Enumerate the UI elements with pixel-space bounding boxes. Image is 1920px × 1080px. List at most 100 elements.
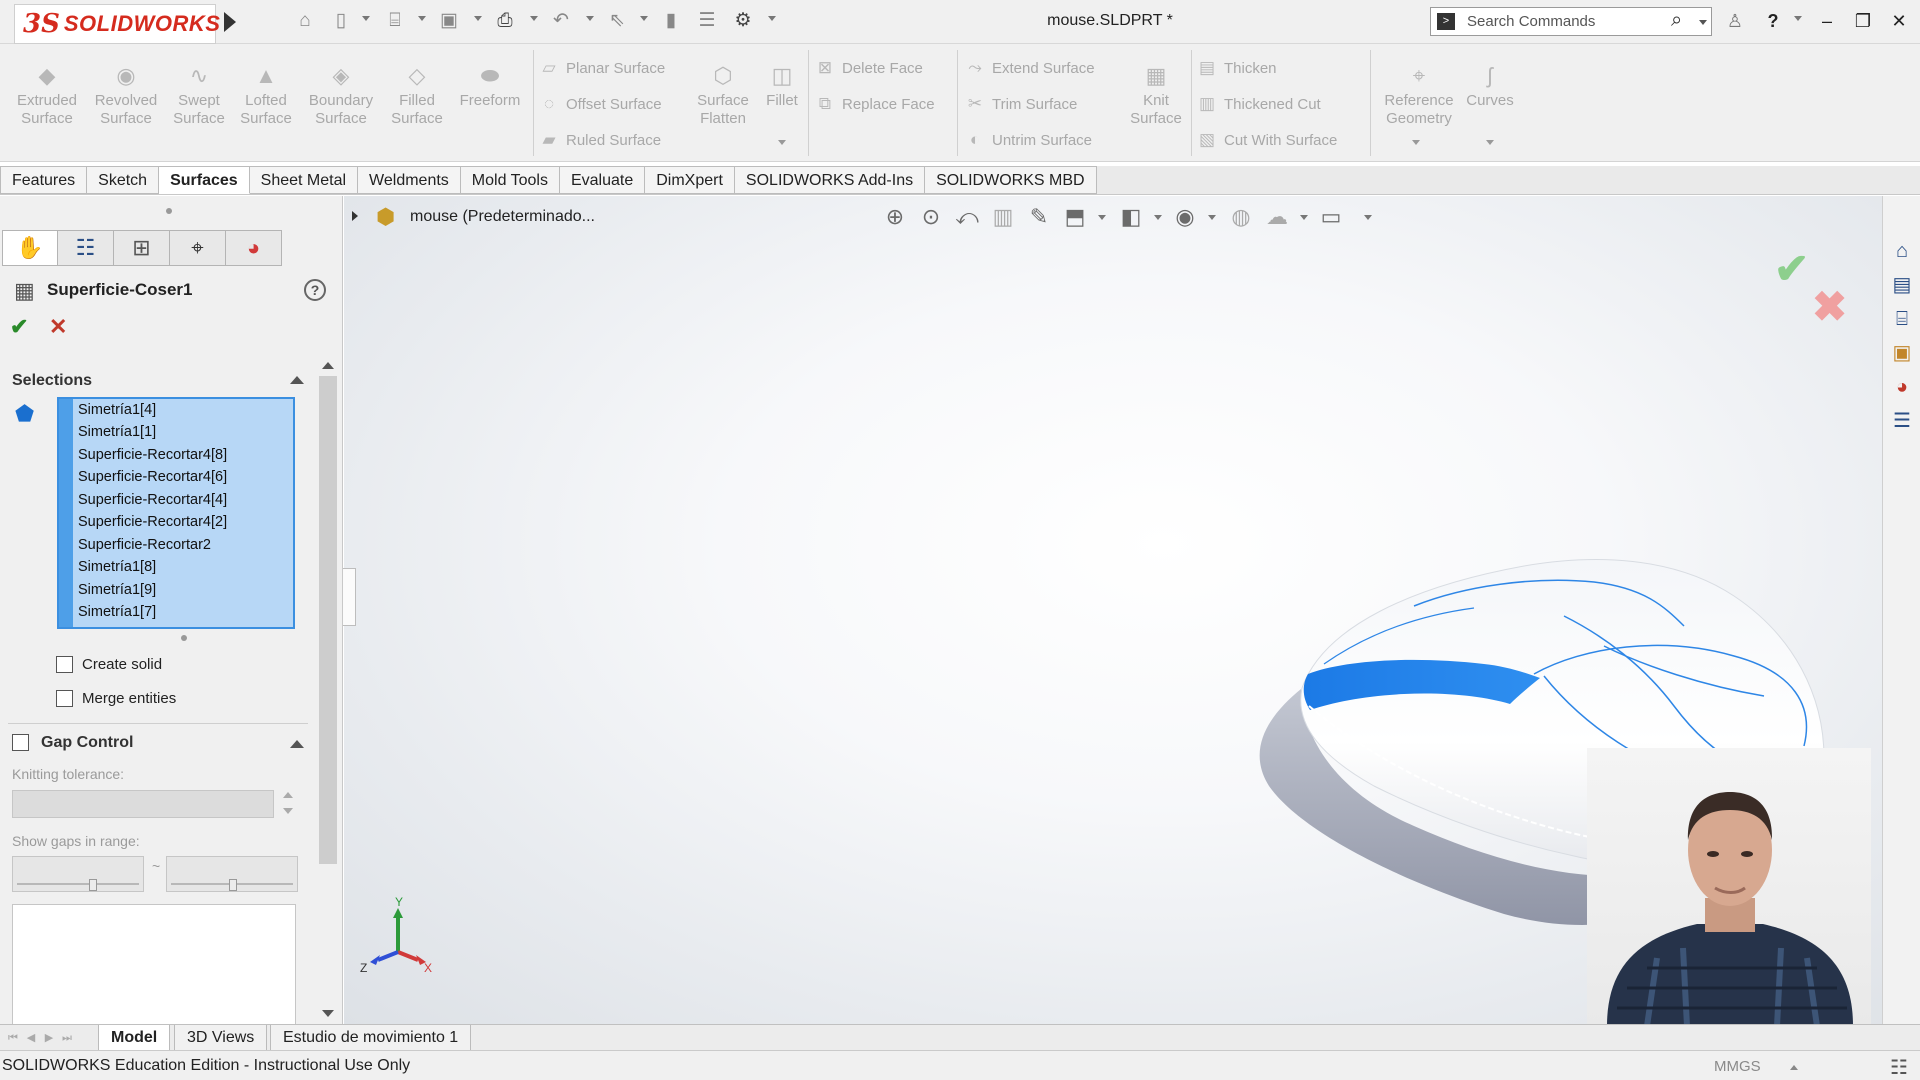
home-icon[interactable]: ⌂: [294, 10, 316, 32]
extruded-surface-button[interactable]: ◆ Extruded Surface: [10, 64, 84, 128]
new-document-icon[interactable]: ▯: [330, 10, 352, 32]
tab-configuration-manager[interactable]: ⊞: [114, 230, 170, 266]
display-style-icon[interactable]: ◧: [1116, 204, 1146, 230]
tab-dimxpert-manager[interactable]: ⌖: [170, 230, 226, 266]
confirm-corner-ok-icon[interactable]: ✔: [1774, 244, 1809, 293]
knitting-tolerance-spinner[interactable]: [281, 788, 295, 820]
swept-surface-button[interactable]: ∿ Swept Surface: [162, 64, 236, 128]
cancel-button[interactable]: ✕: [49, 314, 67, 340]
edit-appearance-icon[interactable]: ◍: [1226, 204, 1256, 230]
thicken-button[interactable]: ▤ Thicken: [1196, 58, 1277, 80]
view-orientation-caret[interactable]: [1098, 215, 1106, 220]
help-icon[interactable]: ?: [304, 279, 326, 301]
select-cursor-icon[interactable]: ⇖: [606, 10, 628, 32]
save-icon[interactable]: ▣: [438, 10, 460, 32]
display-style-caret[interactable]: [1154, 215, 1162, 220]
ruled-surface-button[interactable]: ▰ Ruled Surface: [538, 130, 661, 152]
previous-tab-icon[interactable]: ◀: [24, 1031, 38, 1045]
dynamic-annotation-icon[interactable]: ✎: [1024, 204, 1054, 230]
collapse-selections-icon[interactable]: [290, 376, 304, 384]
curves-dropdown-caret[interactable]: [1486, 140, 1494, 145]
search-input[interactable]: [1467, 11, 1667, 32]
search-commands-box[interactable]: > ⌕: [1430, 7, 1712, 36]
tab-surfaces[interactable]: Surfaces: [159, 166, 250, 194]
planar-surface-button[interactable]: ▱ Planar Surface: [538, 58, 665, 80]
list-item[interactable]: Superficie-Recortar2: [78, 537, 211, 553]
view-settings-caret[interactable]: [1364, 215, 1372, 220]
gap-control-box[interactable]: [12, 734, 29, 751]
tab-evaluate[interactable]: Evaluate: [559, 166, 646, 194]
tab-dimxpert[interactable]: DimXpert: [645, 166, 735, 194]
design-library-icon[interactable]: ▤: [1889, 272, 1915, 298]
tab-weldments[interactable]: Weldments: [358, 166, 461, 194]
list-item[interactable]: Superficie-Recortar4[6]: [78, 469, 227, 485]
undo-dropdown-caret[interactable]: [586, 16, 594, 21]
options-dropdown-caret[interactable]: [768, 16, 776, 21]
zoom-to-area-icon[interactable]: ⊙: [916, 204, 946, 230]
view-orientation-icon[interactable]: ⬒: [1060, 204, 1090, 230]
search-icon[interactable]: ⌕: [1671, 9, 1682, 32]
list-item[interactable]: Simetría1[1]: [78, 424, 156, 440]
replace-face-button[interactable]: ⧉ Replace Face: [814, 94, 935, 116]
apply-scene-caret[interactable]: [1300, 215, 1308, 220]
apply-scene-icon[interactable]: ☁: [1262, 204, 1292, 230]
list-item[interactable]: Simetría1[4]: [78, 402, 156, 418]
close-window-icon[interactable]: ✕: [1886, 8, 1912, 34]
units-dropdown-caret[interactable]: [1790, 1065, 1798, 1070]
slider-thumb[interactable]: [229, 879, 237, 891]
ok-button[interactable]: ✔: [10, 314, 28, 340]
reference-geometry-dropdown-caret[interactable]: [1412, 140, 1420, 145]
menu-expand-icon[interactable]: [224, 12, 236, 32]
view-palette-icon[interactable]: ▣: [1889, 340, 1915, 366]
panel-grip-handle[interactable]: [166, 208, 172, 214]
options-gear-icon[interactable]: ⚙: [732, 10, 754, 32]
feature-tree-expand-icon[interactable]: [352, 211, 358, 221]
tab-3d-views[interactable]: 3D Views: [174, 1025, 268, 1051]
panel-splitter-handle[interactable]: [343, 568, 356, 626]
solidworks-resources-icon[interactable]: ⌂: [1889, 238, 1915, 264]
view-settings-icon[interactable]: ▭: [1316, 204, 1346, 230]
tab-features[interactable]: Features: [0, 166, 88, 194]
next-tab-icon[interactable]: ▶: [42, 1031, 56, 1045]
scrollbar-thumb[interactable]: [319, 376, 337, 864]
search-dropdown-caret[interactable]: [1699, 20, 1707, 25]
open-folder-icon[interactable]: ⌸: [384, 10, 406, 32]
list-item[interactable]: Superficie-Recortar4[2]: [78, 514, 227, 530]
new-dropdown-caret[interactable]: [362, 16, 370, 21]
collapse-gap-control-icon[interactable]: [290, 740, 304, 748]
help-dropdown-caret[interactable]: [1794, 16, 1802, 21]
minimize-window-icon[interactable]: –: [1814, 8, 1840, 34]
feature-tree-root-label[interactable]: mouse (Predeterminado...: [410, 208, 595, 226]
create-solid-box[interactable]: [56, 656, 73, 673]
tab-model[interactable]: Model: [98, 1025, 171, 1051]
untrim-surface-button[interactable]: ◐ Untrim Surface: [964, 130, 1092, 152]
gap-control-checkbox[interactable]: Gap Control: [12, 734, 133, 754]
undo-icon[interactable]: ↶: [550, 10, 572, 32]
knitting-tolerance-field[interactable]: [12, 790, 274, 818]
boundary-surface-button[interactable]: ◈ Boundary Surface: [304, 64, 378, 128]
thickened-cut-button[interactable]: ▥ Thickened Cut: [1196, 94, 1321, 116]
list-item[interactable]: Superficie-Recortar4[4]: [78, 492, 227, 508]
knit-surface-button[interactable]: ▦ Knit Surface: [1119, 64, 1193, 128]
section-view-icon[interactable]: ▥: [988, 204, 1018, 230]
lofted-surface-button[interactable]: ▲ Lofted Surface: [229, 64, 303, 128]
tab-mbd[interactable]: SOLIDWORKS MBD: [925, 166, 1097, 194]
curves-button[interactable]: ʃ Curves: [1454, 64, 1526, 110]
create-solid-checkbox[interactable]: Create solid: [56, 656, 162, 676]
hide-show-caret[interactable]: [1208, 215, 1216, 220]
panel-scrollbar[interactable]: [318, 358, 338, 1024]
extend-surface-button[interactable]: ⤳ Extend Surface: [964, 58, 1094, 80]
revolved-surface-button[interactable]: ◉ Revolved Surface: [89, 64, 163, 128]
solidworks-logo[interactable]: 3S SOLIDWORKS: [14, 4, 220, 44]
tab-display-manager[interactable]: ◕: [226, 230, 282, 266]
cut-with-surface-button[interactable]: ▧ Cut With Surface: [1196, 130, 1337, 152]
help-icon[interactable]: ?: [1760, 8, 1786, 34]
delete-face-button[interactable]: ⊠ Delete Face: [814, 58, 923, 80]
gap-range-min-slider[interactable]: [12, 856, 144, 892]
file-explorer-icon[interactable]: ⌸: [1889, 306, 1915, 332]
tab-sheet-metal[interactable]: Sheet Metal: [249, 166, 359, 194]
gaps-list[interactable]: [12, 904, 296, 1024]
list-resize-grip[interactable]: [181, 635, 187, 641]
file-properties-icon[interactable]: ☰: [696, 10, 718, 32]
print-icon[interactable]: ⎙: [494, 10, 516, 32]
